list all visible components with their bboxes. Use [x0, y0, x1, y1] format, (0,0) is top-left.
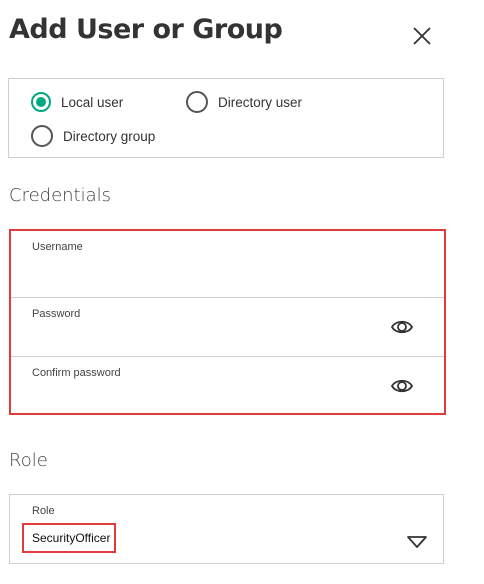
- radio-circle: [31, 92, 51, 112]
- username-input[interactable]: [31, 269, 384, 291]
- role-field-label: Role: [32, 505, 55, 517]
- reveal-password-button[interactable]: [390, 318, 414, 336]
- confirm-password-input[interactable]: [31, 385, 384, 407]
- user-type-selector: Local user Directory user Directory grou…: [8, 78, 444, 158]
- dialog-title: Add User or Group: [9, 14, 283, 45]
- username-field[interactable]: Username: [11, 231, 444, 298]
- close-icon: [413, 27, 431, 45]
- role-selected-value: SecurityOfficer: [22, 523, 116, 553]
- radio-circle: [186, 91, 208, 113]
- password-label: Password: [32, 308, 81, 320]
- confirm-password-field[interactable]: Confirm password: [11, 357, 444, 413]
- radio-label: Local user: [61, 94, 124, 110]
- chevron-down-icon: [407, 536, 427, 548]
- role-heading: Role: [9, 450, 48, 471]
- password-field[interactable]: Password: [11, 298, 444, 357]
- password-input[interactable]: [31, 328, 384, 350]
- eye-icon: [390, 379, 414, 393]
- radio-label: Directory user: [218, 94, 303, 110]
- confirm-password-label: Confirm password: [32, 367, 121, 379]
- radio-label: Directory group: [63, 128, 156, 144]
- radio-local-user[interactable]: Local user: [31, 92, 123, 112]
- username-label: Username: [32, 241, 83, 253]
- credentials-heading: Credentials: [9, 185, 112, 206]
- role-select[interactable]: Role SecurityOfficer: [9, 494, 444, 564]
- eye-icon: [390, 320, 414, 334]
- radio-directory-user[interactable]: Directory user: [186, 91, 302, 113]
- close-button[interactable]: [410, 24, 434, 48]
- radio-directory-group[interactable]: Directory group: [31, 125, 155, 147]
- reveal-confirm-password-button[interactable]: [390, 377, 414, 395]
- radio-circle: [31, 125, 53, 147]
- credentials-group: Username Password Confirm password: [9, 229, 446, 415]
